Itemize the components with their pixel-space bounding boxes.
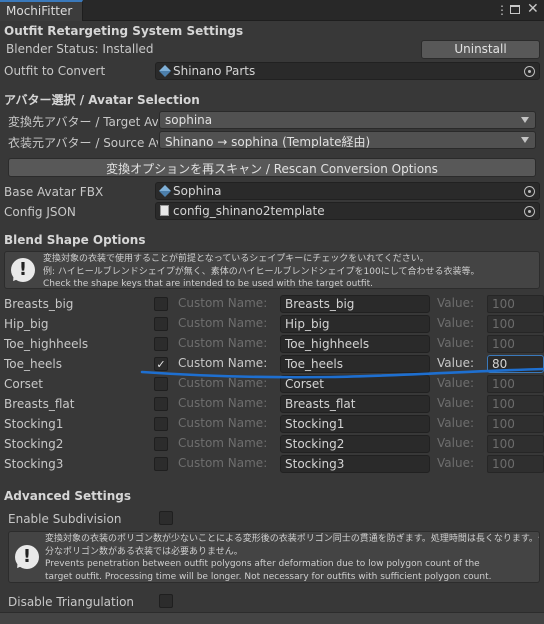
advanced-section-title: Advanced Settings (4, 489, 132, 503)
subdivision-checkbox[interactable] (159, 511, 173, 525)
subdivision-help-line: 変換対象の衣装のポリゴン数が少ないことによる変形後の衣装ポリゴン同士の貫通を防ぎ… (45, 534, 540, 544)
triangulation-help-box (0, 612, 544, 624)
annotation-stroke (140, 367, 544, 379)
subdivision-help-box: ! 変換対象の衣装のポリゴン数が少ないことによる変形後の衣装ポリゴン同士の貫通を… (8, 531, 540, 583)
subdivision-help-line: Prevents penetration between outfit poly… (45, 559, 480, 569)
subdivision-label: Enable Subdivision (8, 512, 122, 526)
triangulation-label: Disable Triangulation (8, 595, 135, 609)
subdivision-help-line: 分なポリゴン数がある衣装では必要ありません。 (45, 546, 243, 557)
triangulation-checkbox[interactable] (159, 594, 173, 608)
subdivision-help-line: target outfit. Processing time will be l… (45, 571, 492, 582)
info-icon: ! (15, 545, 39, 569)
